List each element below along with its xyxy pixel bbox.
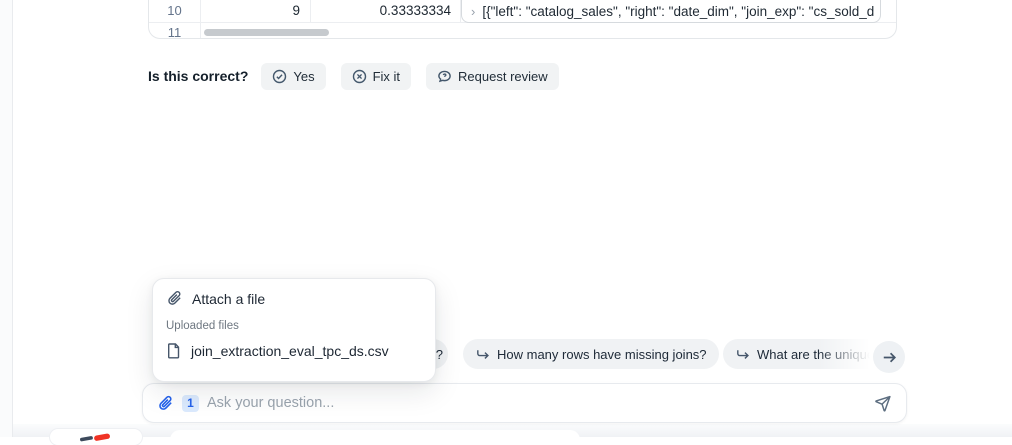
uploaded-files-label: Uploaded files bbox=[166, 320, 435, 332]
uploaded-file-name: join_extraction_eval_tpc_ds.csv bbox=[191, 343, 389, 359]
table-cell: 9 bbox=[201, 0, 311, 22]
footer-panel bbox=[170, 430, 580, 442]
scroll-chips-right-button[interactable] bbox=[873, 341, 905, 373]
feedback-question: Is this correct? bbox=[148, 68, 248, 84]
paper-plane-icon bbox=[873, 394, 892, 413]
corner-down-right-icon bbox=[735, 347, 750, 362]
feedback-buttons: Yes Fix it Request review bbox=[261, 63, 558, 90]
x-circle-icon bbox=[352, 69, 367, 84]
chevron-right-icon[interactable]: › bbox=[471, 5, 475, 18]
json-value-box[interactable]: › [{"left": "catalog_sales", "right": "d… bbox=[461, 0, 881, 23]
suggestion-chip-2-label: How many rows have missing joins? bbox=[497, 347, 707, 362]
table-cell-json: › [{"left": "catalog_sales", "right": "d… bbox=[461, 0, 896, 22]
uploaded-file-item[interactable]: join_extraction_eval_tpc_ds.csv bbox=[153, 342, 435, 359]
row-number: 10 bbox=[149, 0, 201, 22]
question-input[interactable] bbox=[207, 395, 865, 411]
table-cell: 0.33333334 bbox=[311, 0, 461, 22]
results-table: 10 9 0.33333334 › [{"left": "catalog_sal… bbox=[148, 0, 897, 39]
paperclip-icon bbox=[166, 290, 183, 307]
request-review-button[interactable]: Request review bbox=[426, 63, 559, 90]
attach-a-file-item[interactable]: Attach a file bbox=[153, 279, 435, 307]
yes-button[interactable]: Yes bbox=[261, 63, 325, 90]
json-preview: [{"left": "catalog_sales", "right": "dat… bbox=[482, 4, 874, 19]
brand-logo-card[interactable] bbox=[50, 429, 142, 445]
send-button[interactable] bbox=[873, 394, 892, 413]
check-circle-icon bbox=[272, 69, 287, 84]
sidebar-edge bbox=[0, 0, 13, 437]
attach-a-file-label: Attach a file bbox=[192, 291, 265, 307]
brand-logo-icon bbox=[78, 429, 114, 445]
question-composer: 1 bbox=[142, 383, 907, 423]
attachment-count-badge: 1 bbox=[182, 395, 199, 412]
suggestion-chip-2[interactable]: How many rows have missing joins? bbox=[463, 339, 719, 369]
corner-down-right-icon bbox=[475, 347, 490, 362]
fix-it-button[interactable]: Fix it bbox=[341, 63, 411, 90]
feedback-bar: Is this correct? Yes Fix it Request bbox=[148, 62, 559, 90]
attach-menu-popup: Attach a file Uploaded files join_extrac… bbox=[152, 278, 436, 382]
horizontal-scrollbar-thumb[interactable] bbox=[204, 29, 329, 36]
paperclip-icon[interactable] bbox=[157, 395, 174, 412]
row-number: 11 bbox=[149, 23, 201, 39]
table-row: 10 9 0.33333334 › [{"left": "catalog_sal… bbox=[149, 0, 896, 23]
file-icon bbox=[166, 342, 182, 359]
comment-bubble-icon bbox=[437, 69, 452, 84]
arrow-right-icon bbox=[881, 349, 898, 366]
yes-label: Yes bbox=[293, 69, 314, 84]
request-review-label: Request review bbox=[458, 69, 548, 84]
fix-it-label: Fix it bbox=[373, 69, 400, 84]
